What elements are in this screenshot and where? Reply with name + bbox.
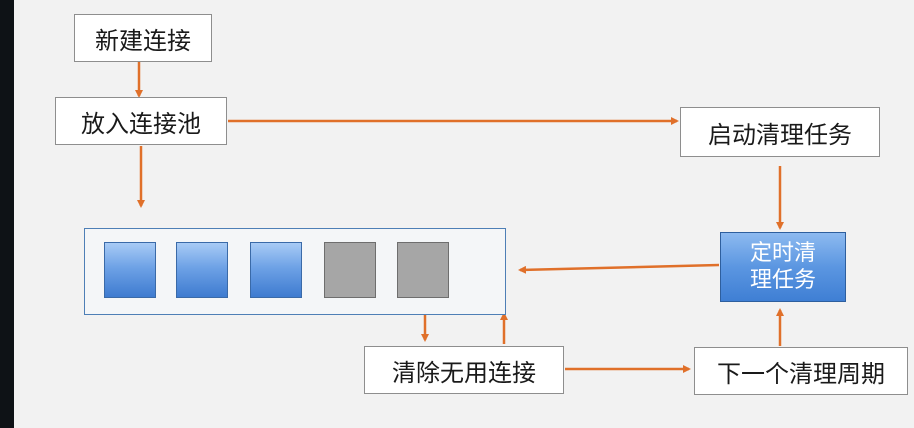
timer-label-line1: 定时清 bbox=[749, 241, 816, 266]
pool-slot-idle bbox=[397, 242, 449, 298]
pool-slot-active bbox=[250, 242, 302, 298]
pool-slot-active bbox=[104, 242, 156, 298]
arrow-timer-to-pool bbox=[518, 263, 720, 274]
node-put-in-pool: 放入连接池 bbox=[55, 97, 227, 145]
timer-label-line2: 理任务 bbox=[749, 268, 816, 293]
node-scheduled-cleanup-task: 定时清 理任务 bbox=[720, 232, 846, 302]
pool-slot-idle bbox=[324, 242, 376, 298]
node-clear-unused: 清除无用连接 bbox=[364, 346, 564, 394]
node-next-cycle: 下一个清理周期 bbox=[694, 347, 908, 395]
diagram-canvas: 新建连接 放入连接池 启动清理任务 定时清 理任务 清除无用连接 下一个清理周期 bbox=[14, 0, 914, 428]
node-new-connection: 新建连接 bbox=[74, 14, 212, 62]
pool-slot-active bbox=[176, 242, 228, 298]
node-start-cleanup-task: 启动清理任务 bbox=[680, 107, 880, 157]
